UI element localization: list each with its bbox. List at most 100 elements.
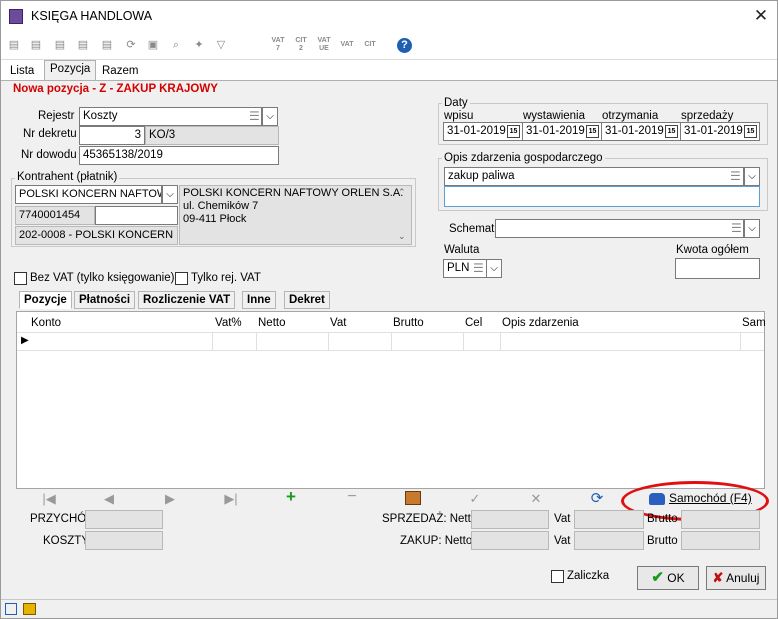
add-record-icon[interactable]: + <box>283 487 299 507</box>
schemat-input[interactable] <box>495 219 744 238</box>
last-record-icon[interactable]: ▶| <box>223 491 239 507</box>
prev-record-icon[interactable]: ◀ <box>101 491 117 507</box>
opis-dropdown-button[interactable]: ⌵ <box>744 167 760 186</box>
date-wystawienia-label: wystawienia <box>523 110 585 122</box>
column-opis[interactable]: Opis zdarzenia <box>502 317 579 329</box>
tab-razem[interactable]: Razem <box>96 62 144 80</box>
positions-grid[interactable]: Konto Vat% Netto Vat Brutto Cel Opis zda… <box>16 311 766 489</box>
koszty-field <box>85 531 163 550</box>
calendar-icon[interactable]: 15 <box>665 125 678 138</box>
cit2-icon[interactable]: CIT 2 <box>292 37 310 55</box>
subtab-dekret[interactable]: Dekret <box>284 291 330 309</box>
nr-dowodu-input[interactable]: 45365138/2019 <box>79 146 279 165</box>
column-vat-percent[interactable]: Vat% <box>215 317 242 329</box>
cancel-button[interactable]: ✘ Anuluj <box>706 566 766 590</box>
nr-dekretu-code: KO/3 <box>145 126 279 145</box>
filter-icon[interactable]: ▽ <box>212 36 230 54</box>
column-konto[interactable]: Konto <box>31 317 61 329</box>
tab-pozycja[interactable]: Pozycja <box>44 60 97 80</box>
toolbar: ▤ ▤ ▤ ▤ ▤ ⟳ ▣ ⌕ ✦ ▽ VAT 7 CIT 2 VAT UE V… <box>1 32 777 60</box>
status-bar <box>1 599 777 618</box>
column-vat[interactable]: Vat <box>330 317 346 329</box>
scroll-up-icon[interactable]: ⌃ <box>398 187 406 198</box>
help-icon[interactable]: ? <box>397 38 412 53</box>
subtab-pozycje[interactable]: Pozycje <box>19 291 72 309</box>
cit-icon[interactable]: CIT <box>361 41 379 59</box>
folder-icon[interactable] <box>23 603 36 615</box>
sprzedaz-brutto-label: Brutto <box>647 513 678 525</box>
refresh-record-icon[interactable]: ⟳ <box>589 489 605 507</box>
edit-pencil-icon[interactable] <box>405 491 421 505</box>
print-icon[interactable]: ▣ <box>144 36 162 54</box>
kontrahent-input[interactable]: POLSKI KONCERN NAFTOWY <box>15 185 162 204</box>
tylko-rej-checkbox[interactable] <box>175 272 188 285</box>
cancel-record-icon[interactable]: ✕ <box>528 491 544 507</box>
column-cel[interactable]: Cel <box>465 317 482 329</box>
vat7-icon[interactable]: VAT 7 <box>269 37 287 55</box>
subtab-inne[interactable]: Inne <box>242 291 276 309</box>
vat-icon[interactable]: VAT <box>338 41 356 59</box>
grid-divider <box>391 332 392 351</box>
schemat-dropdown-button[interactable]: ⌵ <box>744 219 760 238</box>
zakup-vat-label: Vat <box>554 535 571 547</box>
insert-document-icon[interactable]: ▤ <box>51 36 69 54</box>
next-record-icon[interactable]: ▶ <box>162 491 178 507</box>
refresh-icon[interactable]: ⟳ <box>122 36 140 54</box>
subtab-platnosci[interactable]: Płatności <box>74 291 136 309</box>
extra-field[interactable] <box>95 206 178 225</box>
tab-bar: Lista Pozycja Razem <box>1 60 777 80</box>
kontrahent-label: Kontrahent (płatnik) <box>15 171 120 183</box>
rejestr-input[interactable]: Koszty <box>79 107 262 126</box>
zaliczka-checkbox[interactable] <box>551 570 564 583</box>
list-icon: ☰ <box>249 109 260 123</box>
address-line-2: ul. Chemików 7 <box>183 200 259 212</box>
confirm-record-icon[interactable]: ✓ <box>467 491 483 507</box>
vat7-label: VAT 7 <box>271 37 285 52</box>
calendar-icon[interactable]: 15 <box>586 125 599 138</box>
scroll-down-icon[interactable]: ⌄ <box>398 231 406 242</box>
copy-document-icon[interactable]: ▤ <box>74 36 92 54</box>
grid-divider <box>256 332 257 351</box>
grid-divider <box>463 332 464 351</box>
vat-label: VAT <box>340 41 354 48</box>
anuluj-label: Anuluj <box>726 571 760 585</box>
subtab-rozliczenie-vat[interactable]: Rozliczenie VAT <box>138 291 236 309</box>
new-document-icon[interactable]: ▤ <box>5 36 23 54</box>
zakup-netto-field <box>471 531 549 550</box>
delete-document-icon[interactable]: ▤ <box>98 36 116 54</box>
tools-icon[interactable]: ✦ <box>190 36 208 54</box>
column-netto[interactable]: Netto <box>258 317 286 329</box>
zaliczka-label: Zaliczka <box>567 570 610 582</box>
zakup-brutto-label: Brutto <box>647 535 678 547</box>
rejestr-dropdown-button[interactable]: ⌵ <box>262 107 278 126</box>
binoculars-icon[interactable]: ⌕ <box>167 36 185 54</box>
kontrahent-dropdown-button[interactable]: ⌵ <box>162 185 178 204</box>
edit-document-icon[interactable]: ▤ <box>27 36 45 54</box>
waluta-dropdown-button[interactable]: ⌵ <box>486 259 502 278</box>
grid-icon[interactable] <box>5 603 17 615</box>
first-record-icon[interactable]: |◀ <box>41 491 57 507</box>
close-icon[interactable]: ✕ <box>749 5 773 27</box>
opis-extra-input[interactable] <box>444 186 760 207</box>
column-brutto[interactable]: Brutto <box>393 317 424 329</box>
bez-vat-checkbox[interactable] <box>14 272 27 285</box>
bez-vat-label: Bez VAT (tylko księgowanie) <box>30 272 175 284</box>
address-box: POLSKI KONCERN NAFTOWY ORLEN S.A. ul. Ch… <box>179 185 412 245</box>
calendar-icon[interactable]: 15 <box>507 125 520 138</box>
zakup-vat-field <box>574 531 644 550</box>
window-title: KSIĘGA HANDLOWA <box>31 9 153 23</box>
przychod-field <box>85 510 163 529</box>
nr-dekretu-input[interactable]: 3 <box>79 126 145 145</box>
cross-icon: ✘ <box>712 570 724 585</box>
remove-record-icon[interactable]: − <box>344 488 360 506</box>
tab-lista[interactable]: Lista <box>4 62 40 80</box>
ok-button[interactable]: ✔ OK <box>637 566 699 590</box>
ok-label: OK <box>667 571 685 585</box>
kwota-input[interactable] <box>675 258 760 279</box>
vatue-label: VAT UE <box>317 37 331 52</box>
vatue-icon[interactable]: VAT UE <box>315 37 333 55</box>
opis-input[interactable]: zakup paliwa <box>444 167 744 186</box>
calendar-icon[interactable]: 15 <box>744 125 757 138</box>
column-samochod[interactable]: Sam <box>742 317 766 329</box>
grid-divider <box>740 332 741 351</box>
